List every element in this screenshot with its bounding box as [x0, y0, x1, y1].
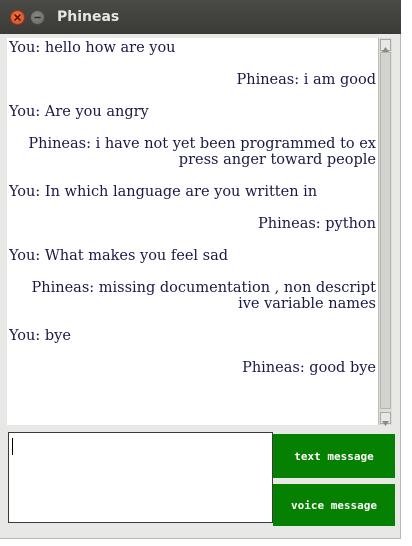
minimize-icon[interactable]: [30, 10, 45, 25]
scrollbar-thumb[interactable]: [380, 52, 391, 409]
bot-message: Phineas: i am good: [236, 72, 376, 88]
user-message: You: Are you angry: [9, 104, 149, 120]
user-message: You: In which language are you written i…: [9, 184, 318, 200]
app-window: Phineas You: hello how are you Phineas: …: [0, 0, 401, 539]
text-cursor: [12, 438, 13, 455]
chat-log[interactable]: You: hello how are you Phineas: i am goo…: [7, 38, 378, 425]
bot-message: Phineas: missing documentation , non des…: [31, 280, 376, 312]
text-message-button[interactable]: text message: [273, 434, 395, 478]
title-bar: Phineas: [0, 0, 401, 34]
bot-message: Phineas: i have not yet been programmed …: [28, 136, 376, 168]
window-title: Phineas: [57, 9, 120, 25]
user-message: You: hello how are you: [9, 40, 176, 56]
close-icon[interactable]: [10, 10, 25, 25]
user-message: You: What makes you feel sad: [9, 248, 229, 264]
user-message: You: bye: [9, 328, 71, 344]
bot-message: Phineas: python: [258, 216, 376, 232]
chat-scrollbar[interactable]: [378, 38, 392, 426]
voice-message-button[interactable]: voice message: [273, 484, 395, 526]
message-input[interactable]: [8, 432, 273, 523]
scroll-up-arrow-icon[interactable]: [380, 39, 391, 52]
scroll-down-arrow-icon[interactable]: [380, 412, 391, 426]
bot-message: Phineas: good bye: [242, 360, 376, 376]
